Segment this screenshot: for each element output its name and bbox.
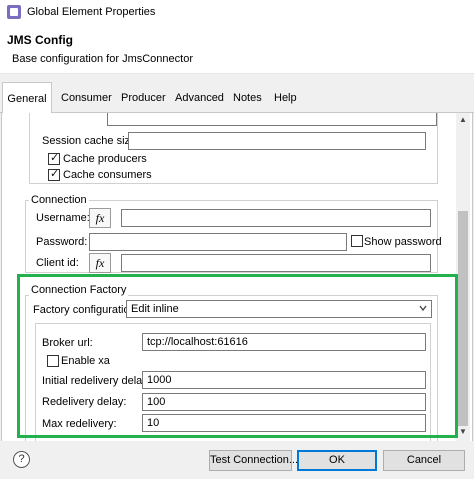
username-input[interactable]: [121, 209, 431, 227]
help-icon[interactable]: ?: [13, 451, 30, 468]
client-id-expression-button[interactable]: fx: [89, 253, 111, 273]
vertical-scrollbar[interactable]: ▲ ▼: [456, 113, 470, 441]
tab-notes[interactable]: Notes: [233, 84, 262, 112]
tab-producer[interactable]: Producer: [121, 84, 166, 112]
header-subtitle: Base configuration for JmsConnector: [12, 53, 193, 65]
password-input[interactable]: [89, 233, 347, 251]
cache-producers-label: Cache producers: [63, 153, 147, 165]
dialog-footer: ? Test Connection... OK Cancel: [0, 441, 474, 479]
session-cache-size-label: Session cache size:: [42, 135, 140, 147]
connection-group-title: Connection: [29, 194, 89, 206]
app-icon: [7, 5, 21, 19]
test-connection-button[interactable]: Test Connection...: [209, 450, 298, 471]
username-expression-button[interactable]: fx: [89, 208, 111, 228]
cancel-button[interactable]: Cancel: [383, 450, 465, 471]
username-label: Username:: [36, 212, 90, 224]
cache-consumers-label: Cache consumers: [63, 169, 152, 181]
scroll-up-icon[interactable]: ▲: [459, 115, 467, 125]
tab-consumer[interactable]: Consumer: [61, 84, 112, 112]
client-id-input[interactable]: [121, 254, 431, 272]
connection-factory-highlight: [17, 274, 458, 438]
header-title: JMS Config: [7, 33, 73, 47]
window-title: Global Element Properties: [27, 6, 156, 18]
tab-help[interactable]: Help: [274, 84, 297, 112]
scrollbar-thumb[interactable]: [458, 211, 468, 426]
tab-general[interactable]: General: [2, 82, 52, 114]
session-cache-size-input[interactable]: [128, 132, 426, 150]
password-label: Password:: [36, 236, 88, 248]
ok-button[interactable]: OK: [297, 450, 377, 471]
tab-advanced[interactable]: Advanced: [175, 84, 224, 112]
client-id-label: Client id:: [36, 257, 79, 269]
show-password-checkbox[interactable]: [351, 235, 363, 247]
cache-producers-checkbox[interactable]: [48, 151, 60, 165]
cache-consumers-checkbox[interactable]: [48, 167, 60, 181]
window-titlebar: Global Element Properties: [0, 0, 474, 25]
show-password-label: Show password: [364, 236, 442, 248]
scroll-down-icon[interactable]: ▼: [459, 427, 467, 437]
dialog-header: JMS Config Base configuration for JmsCon…: [0, 25, 474, 74]
tab-bar: General Consumer Producer Advanced Notes…: [0, 80, 474, 114]
